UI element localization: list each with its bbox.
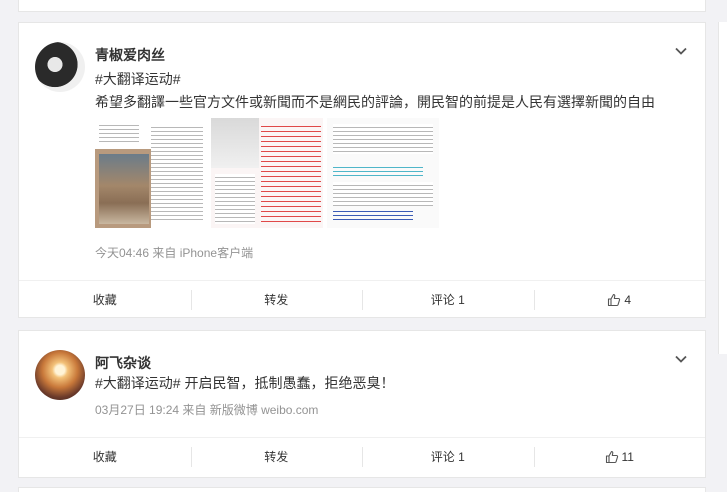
thumbs-up-icon <box>608 293 621 306</box>
chevron-down-icon[interactable] <box>673 351 689 367</box>
thumbs-up-icon <box>605 450 618 463</box>
post-meta: 今天04:46 来自 iPhone客户端 <box>95 244 253 261</box>
repost-button[interactable]: 转发 <box>190 281 363 318</box>
post-actions: 收藏 转发 评论 1 11 <box>19 437 705 475</box>
next-post-card <box>18 487 706 492</box>
post-card: 青椒爱肉丝 #大翻译运动# 希望多翻譯一些官方文件或新聞而不是網民的評論，開民智… <box>18 22 706 318</box>
hashtag-link[interactable]: #大翻译运动# <box>95 375 181 391</box>
post-text: 开启民智，抵制愚蠢，拒绝恶臭！ <box>180 375 395 391</box>
like-count: 11 <box>621 449 634 464</box>
post-image[interactable] <box>211 118 323 228</box>
post-time[interactable]: 今天04:46 <box>95 246 149 260</box>
like-button[interactable]: 11 <box>533 438 706 475</box>
post-text-line: #大翻译运动# 开启民智，抵制愚蠢，拒绝恶臭！ <box>95 372 394 394</box>
favorite-button[interactable]: 收藏 <box>19 281 191 318</box>
avatar[interactable] <box>35 42 85 92</box>
post-meta: 03月27日 19:24 来自 新版微博 weibo.com <box>95 401 318 418</box>
post-source: 来自 iPhone客户端 <box>152 246 254 260</box>
post-card: 阿飞杂谈 #大翻译运动# 开启民智，抵制愚蠢，拒绝恶臭！ 03月27日 19:2… <box>18 330 706 478</box>
comment-button[interactable]: 评论 1 <box>362 281 534 318</box>
repost-button[interactable]: 转发 <box>190 438 363 475</box>
like-count: 4 <box>624 292 632 307</box>
avatar[interactable] <box>35 350 85 400</box>
post-username[interactable]: 青椒爱肉丝 <box>95 45 165 65</box>
chevron-down-icon[interactable] <box>673 43 689 59</box>
like-button[interactable]: 4 <box>533 281 706 318</box>
post-image[interactable] <box>327 118 439 228</box>
hashtag-link[interactable]: #大翻译运动# <box>95 71 181 87</box>
favorite-label: 收藏 <box>92 450 117 464</box>
post-username[interactable]: 阿飞杂谈 <box>95 353 151 373</box>
previous-post-card <box>18 0 706 12</box>
side-panel-edge <box>718 22 727 354</box>
post-image-grid <box>95 118 439 228</box>
repost-label: 转发 <box>264 293 289 307</box>
comment-button[interactable]: 评论 1 <box>362 438 534 475</box>
post-time[interactable]: 03月27日 19:24 <box>95 403 179 417</box>
post-source: 来自 新版微博 weibo.com <box>182 403 319 417</box>
post-actions: 收藏 转发 评论 1 4 <box>19 280 705 318</box>
favorite-button[interactable]: 收藏 <box>19 438 191 475</box>
comment-label: 评论 1 <box>430 293 465 307</box>
comment-label: 评论 1 <box>430 450 465 464</box>
post-hashtag-line: #大翻译运动# <box>95 68 181 90</box>
favorite-label: 收藏 <box>92 293 117 307</box>
post-text: 希望多翻譯一些官方文件或新聞而不是網民的評論，開民智的前提是人民有選擇新聞的自由 <box>95 94 655 110</box>
post-image[interactable] <box>95 118 207 228</box>
repost-label: 转发 <box>264 450 289 464</box>
